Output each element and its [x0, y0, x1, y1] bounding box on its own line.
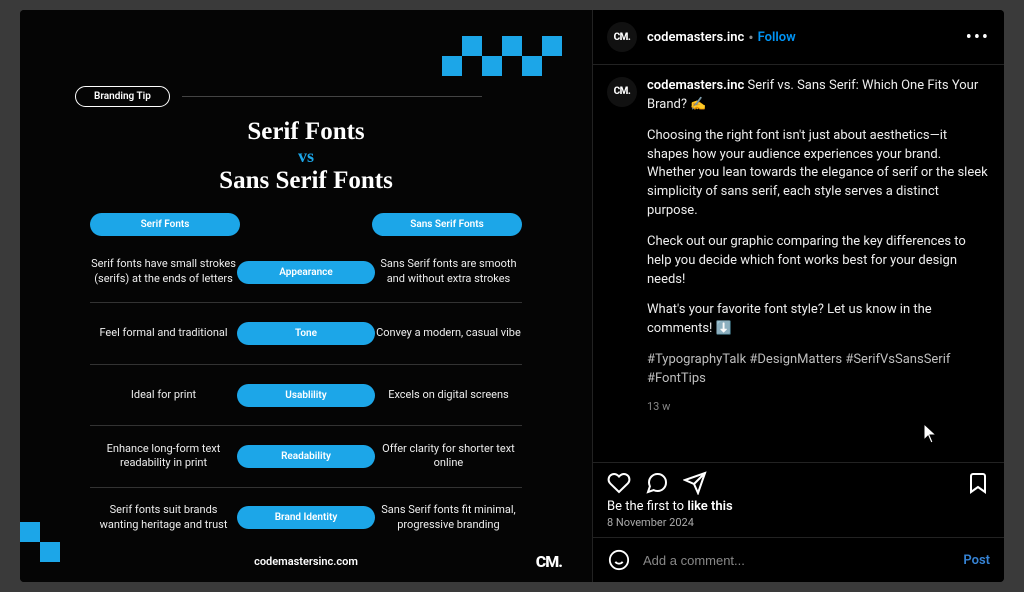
column-headers: Serif Fonts Sans Serif Fonts [90, 213, 522, 236]
caption-paragraph-1: Choosing the right font isn't just about… [647, 127, 990, 221]
post-panel: CM. codemasters.inc • Follow ••• CM. cod… [592, 10, 1004, 582]
caption-paragraph-3: What's your favorite font style? Let us … [647, 301, 990, 339]
comparison-rows: Serif fonts have small strokes (serifs) … [90, 242, 522, 548]
share-button[interactable] [683, 471, 707, 495]
time-ago: 13 w [647, 399, 990, 415]
likes-text[interactable]: Be the first to like this [593, 499, 1004, 514]
comment-input[interactable] [643, 553, 951, 568]
cell-left: Serif fonts suit brands wanting heritage… [90, 503, 237, 533]
decoration-squares-top [442, 36, 562, 86]
title-line-1: Serif Fonts [50, 118, 562, 146]
follow-button[interactable]: Follow [758, 30, 796, 45]
post-container: Branding Tip Serif Fonts vs Sans Serif F… [20, 10, 1004, 582]
post-date: 8 November 2024 [593, 514, 1004, 537]
cell-right: Sans Serif fonts fit minimal, progressiv… [375, 503, 522, 533]
footer-url: codemastersinc.com [254, 555, 358, 568]
row-label: Appearance [237, 261, 375, 284]
row-label: Tone [237, 322, 375, 345]
cell-left: Ideal for print [90, 388, 237, 403]
caption-content: codemasters.inc Serif vs. Sans Serif: Wh… [647, 77, 990, 415]
column-header-sans: Sans Serif Fonts [372, 213, 522, 236]
comment-button[interactable] [645, 471, 669, 495]
caption-paragraph-2: Check out our graphic comparing the key … [647, 233, 990, 290]
caption-username[interactable]: codemasters.inc [647, 78, 744, 93]
branding-tip-badge: Branding Tip [75, 86, 170, 107]
comment-bar: Post [593, 537, 1004, 582]
avatar[interactable]: CM. [607, 77, 637, 107]
infographic-footer: codemastersinc.com CM. [50, 550, 562, 572]
title-line-2: vs [50, 146, 562, 167]
cell-left: Serif fonts have small strokes (serifs) … [90, 257, 237, 287]
likes-prefix: Be the first to [607, 499, 687, 514]
post-button[interactable]: Post [963, 553, 990, 568]
post-header: CM. codemasters.inc • Follow ••• [593, 10, 1004, 65]
save-button[interactable] [966, 471, 990, 495]
row-label: Readability [237, 445, 375, 468]
row-appearance: Serif fonts have small strokes (serifs) … [90, 242, 522, 303]
title-line-3: Sans Serif Fonts [50, 167, 562, 195]
emoji-button[interactable] [607, 548, 631, 572]
cell-right: Excels on digital screens [375, 388, 522, 403]
like-button[interactable] [607, 471, 631, 495]
likes-action: like this [687, 499, 732, 514]
more-options-button[interactable]: ••• [966, 27, 990, 48]
caption-hashtags[interactable]: #TypographyTalk #DesignMatters #SerifVsS… [647, 351, 990, 389]
infographic-title: Serif Fonts vs Sans Serif Fonts [50, 118, 562, 195]
row-brand-identity: Serif fonts suit brands wanting heritage… [90, 488, 522, 548]
footer-logo: CM. [536, 552, 562, 571]
cell-right: Convey a modern, casual vibe [375, 326, 522, 341]
row-tone: Feel formal and traditional Tone Convey … [90, 303, 522, 364]
row-label: Usablility [237, 384, 375, 407]
column-header-serif: Serif Fonts [90, 213, 240, 236]
row-label: Brand Identity [237, 506, 375, 529]
cell-right: Offer clarity for shorter text online [375, 442, 522, 472]
action-bar [593, 462, 1004, 499]
separator-dot: • [748, 28, 753, 47]
cell-left: Enhance long-form text readability in pr… [90, 442, 237, 472]
cell-left: Feel formal and traditional [90, 326, 237, 341]
caption-area[interactable]: CM. codemasters.inc Serif vs. Sans Serif… [593, 65, 1004, 462]
avatar[interactable]: CM. [607, 22, 637, 52]
branding-tip-line [182, 96, 482, 97]
post-image[interactable]: Branding Tip Serif Fonts vs Sans Serif F… [20, 10, 592, 582]
row-readability: Enhance long-form text readability in pr… [90, 426, 522, 487]
row-usability: Ideal for print Usablility Excels on dig… [90, 365, 522, 426]
cell-right: Sans Serif fonts are smooth and without … [375, 257, 522, 287]
header-username[interactable]: codemasters.inc [647, 30, 744, 45]
